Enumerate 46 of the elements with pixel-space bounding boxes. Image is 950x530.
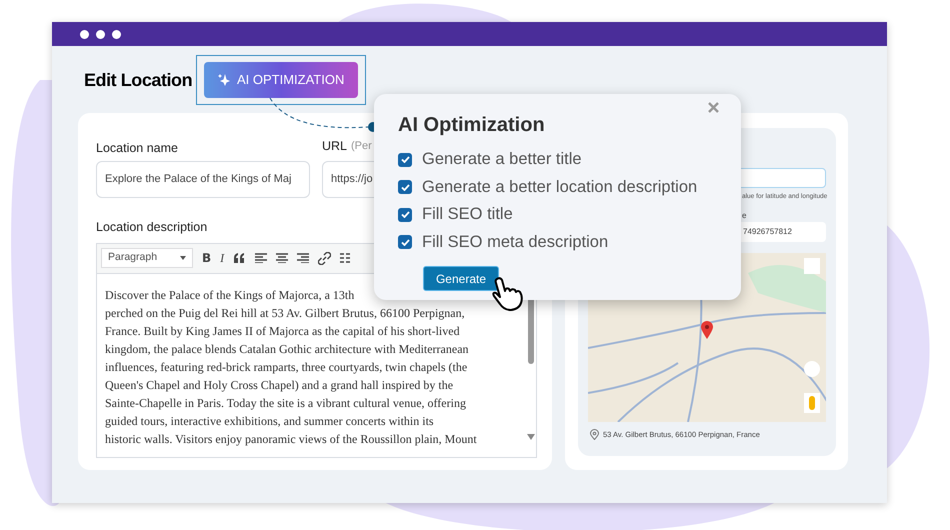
popup-title: AI Optimization [398,113,546,138]
option-label: Fill SEO title [422,204,513,226]
align-left-icon[interactable] [255,253,268,264]
align-right-icon[interactable] [297,253,310,264]
option-label: Fill SEO meta description [422,232,608,253]
checkbox[interactable] [398,152,412,167]
field-label: e [742,210,748,220]
generate-button[interactable]: Generate [423,266,499,291]
page-title: Edit Location [84,68,192,92]
option-label: Generate a better title [422,149,582,170]
description-text-line: historic walls. Visitors enjoy panoramic views of the Roussillon plain, Mount [105,430,477,448]
checkbox[interactable] [398,235,412,250]
description-text-line: kingdom, the palace blends Catalan Gothic architecture with Mediterranean [105,340,469,358]
format-dropdown[interactable]: Paragraph [101,248,193,268]
field-hint: (Per [351,138,372,154]
quote-icon[interactable] [233,253,246,264]
description-text-line: France. Built by King James II of Majorca as the capital of his short-lived [105,322,460,340]
field-label: Location description [96,219,208,236]
bold-button[interactable]: B [202,249,212,268]
caret-icon [180,256,186,260]
location-name-field[interactable]: Explore the Palace of the Kings of Maj [96,161,310,198]
checkmark-icon [400,184,410,191]
checkmark-icon [400,238,410,246]
link-icon[interactable] [318,252,332,265]
checkmark-icon [400,211,410,218]
align-center-icon[interactable] [276,253,288,264]
field-label: Location name [96,140,180,153]
close-icon[interactable] [708,102,719,113]
checkbox[interactable] [398,208,412,222]
description-text-line: guided tours, interactive exhibitions, and summer concerts within its [105,412,434,430]
ai-optimization-button[interactable]: AI OPTIMIZATION [204,62,358,98]
toolbar-more-icon[interactable] [340,253,352,264]
italic-button[interactable]: I [220,249,224,268]
description-text-line: influences, featuring red-brick ramparts, three courtyards, twin chapels (the [105,358,468,376]
scroll-down-icon[interactable] [527,434,535,440]
sparkle-icon [218,74,230,86]
field-label: URL [322,138,348,155]
description-text-line: Discover the Palace of the Kings of Majorca, a 13th [105,286,354,304]
location-pin-icon [590,428,599,440]
checkmark-icon [400,156,410,164]
option-label: Generate a better location description [422,176,698,198]
checkbox[interactable] [398,180,412,194]
description-text-line: perched on the Puig del Rei hill at 53 Av. Gilbert Brutus, 66100 Perpignan, [105,304,465,322]
description-text-line: Sainte-Chapelle in Paris. Today the site is a vibrant cultural venue, offering [105,394,466,412]
map-pin-icon [701,320,713,339]
description-text-line: Queen's Chapel and Holy Cross Chapel) and a grand hall inspired by the [105,376,454,394]
